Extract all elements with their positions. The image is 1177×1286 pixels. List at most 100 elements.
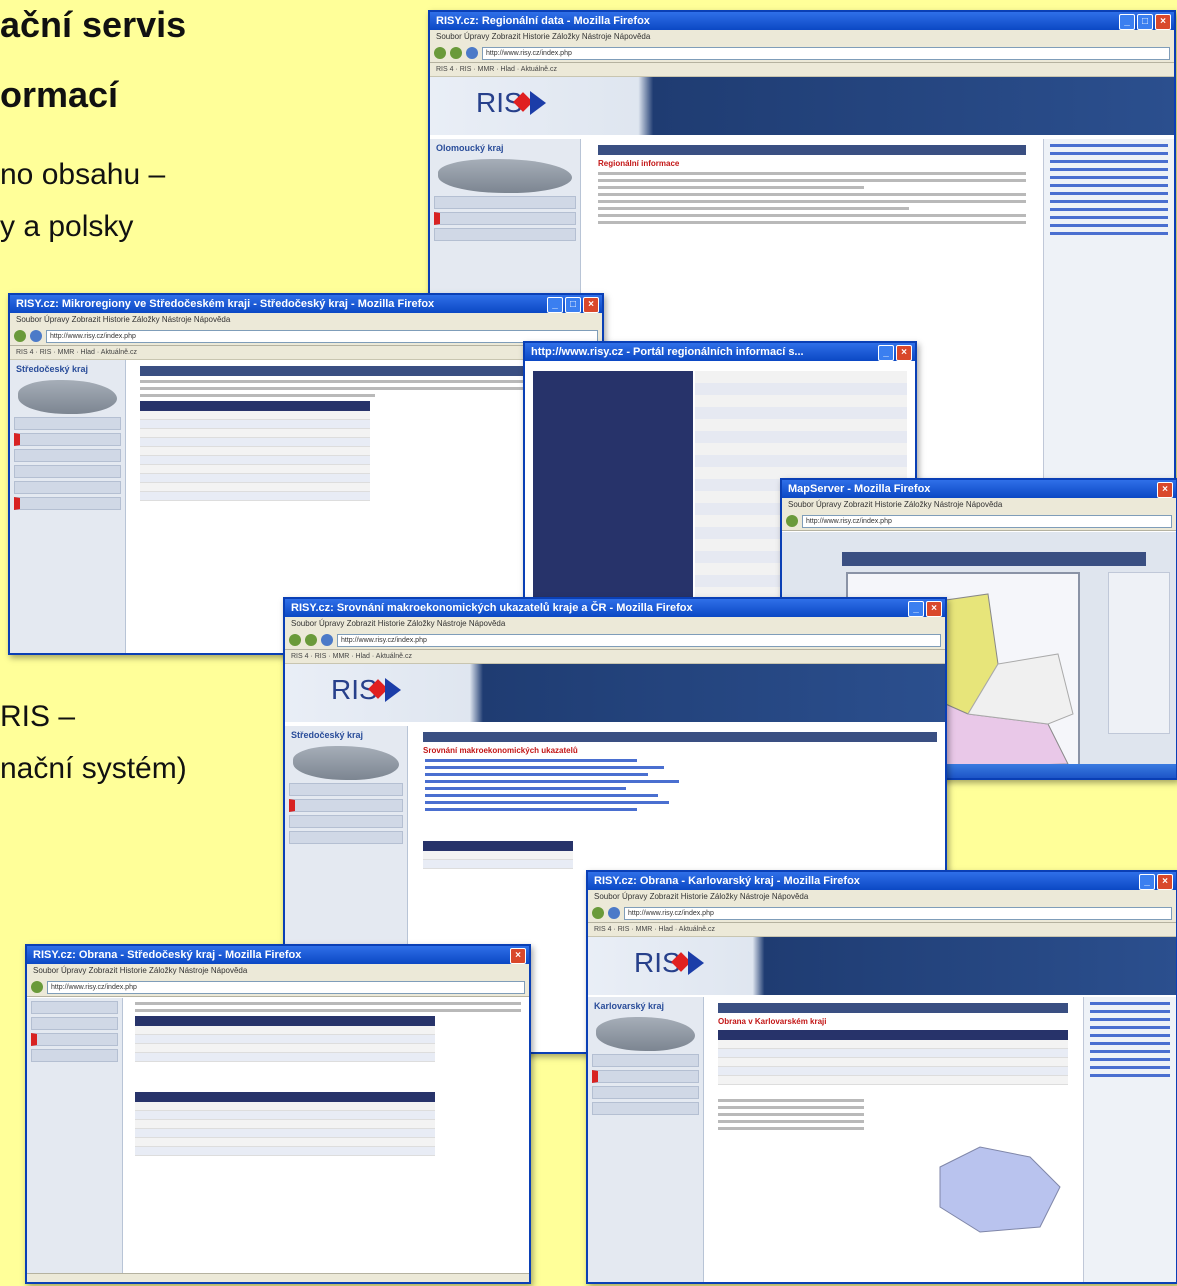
bookmarks-bar[interactable]: RIS 4 · RIS · MMR · Hlad · Aktuálně.cz xyxy=(10,346,602,360)
bookmarks-bar[interactable]: RIS 4 · RIS · MMR · Hlad · Aktuálně.cz xyxy=(588,923,1176,937)
close-icon[interactable]: × xyxy=(1155,14,1171,30)
region-map-icon xyxy=(438,159,572,193)
sidebar-item[interactable] xyxy=(31,1017,118,1030)
sidebar: Karlovarský kraj xyxy=(588,997,704,1282)
slide-body-line4: nační systém) xyxy=(0,752,187,785)
forward-icon[interactable] xyxy=(305,634,317,646)
address-bar[interactable]: http://www.risy.cz/index.php xyxy=(802,514,1172,528)
sidebar-item[interactable] xyxy=(289,815,403,828)
sidebar-item-active[interactable] xyxy=(592,1070,699,1083)
map-legend xyxy=(1108,572,1170,734)
menu-bar[interactable]: Soubor Úpravy Zobrazit Historie Záložky … xyxy=(10,313,602,327)
menu-bar[interactable]: Soubor Úpravy Zobrazit Historie Záložky … xyxy=(27,964,529,978)
region-name: Středočeský kraj xyxy=(291,730,364,740)
address-bar[interactable]: http://www.risy.cz/index.php xyxy=(482,46,1170,60)
back-icon[interactable] xyxy=(434,47,446,59)
back-icon[interactable] xyxy=(592,907,604,919)
address-bar[interactable]: http://www.risy.cz/index.php xyxy=(624,906,1172,920)
status-bar xyxy=(27,1273,529,1282)
reload-icon[interactable] xyxy=(30,330,42,342)
ris-logo-arrow-icon xyxy=(688,951,704,975)
info-table-labels xyxy=(533,371,693,603)
bookmarks-bar[interactable]: RIS 4 · RIS · MMR · Hlad · Aktuálně.cz xyxy=(430,63,1174,77)
sidebar-item[interactable] xyxy=(434,196,576,209)
sidebar-item[interactable] xyxy=(592,1054,699,1067)
slide-body-line1: no obsahu – xyxy=(0,158,166,191)
navigation-toolbar[interactable]: http://www.risy.cz/index.php xyxy=(10,327,602,346)
navigation-toolbar[interactable]: http://www.risy.cz/index.php xyxy=(285,631,945,650)
bookmarks-bar[interactable]: RIS 4 · RIS · MMR · Hlad · Aktuálně.cz xyxy=(285,650,945,664)
sidebar-item-active[interactable] xyxy=(434,212,576,225)
firefox-window-obrana-karlovarsky[interactable]: RISY.cz: Obrana - Karlovarský kraj - Moz… xyxy=(586,870,1177,1284)
minimize-icon[interactable]: _ xyxy=(878,345,894,361)
region-map-icon xyxy=(596,1017,695,1051)
window-title: MapServer - Mozilla Firefox × xyxy=(782,480,1176,498)
sidebar-item[interactable] xyxy=(14,449,121,462)
sidebar xyxy=(27,998,123,1282)
close-icon[interactable]: × xyxy=(510,948,526,964)
sidebar-item[interactable] xyxy=(14,417,121,430)
sidebar-item[interactable] xyxy=(289,783,403,796)
sidebar-item-active[interactable] xyxy=(14,497,121,510)
ris-banner: RIS xyxy=(285,664,945,722)
sidebar-item[interactable] xyxy=(14,481,121,494)
window-title: RISY.cz: Obrana - Středočeský kraj - Moz… xyxy=(27,946,529,964)
close-icon[interactable]: × xyxy=(1157,874,1173,890)
sidebar-item[interactable] xyxy=(31,1001,118,1014)
minimize-icon[interactable]: _ xyxy=(1139,874,1155,890)
back-icon[interactable] xyxy=(31,981,43,993)
map-toolbar[interactable] xyxy=(842,552,1146,566)
minimize-icon[interactable]: _ xyxy=(547,297,563,313)
menu-bar[interactable]: Soubor Úpravy Zobrazit Historie Záložky … xyxy=(588,890,1176,904)
maximize-icon[interactable]: □ xyxy=(1137,14,1153,30)
menu-bar[interactable]: Soubor Úpravy Zobrazit Historie Záložky … xyxy=(430,30,1174,44)
minimize-icon[interactable]: _ xyxy=(908,601,924,617)
right-column xyxy=(1043,139,1174,480)
sidebar-item[interactable] xyxy=(289,831,403,844)
address-bar[interactable]: http://www.risy.cz/index.php xyxy=(46,329,598,343)
slide-body-line2: y a polsky xyxy=(0,210,134,243)
back-icon[interactable] xyxy=(14,330,26,342)
navigation-toolbar[interactable]: http://www.risy.cz/index.php xyxy=(588,904,1176,923)
sidebar-item[interactable] xyxy=(592,1086,699,1099)
sidebar-item-active[interactable] xyxy=(31,1033,118,1046)
ris-logo-arrow-icon xyxy=(530,91,546,115)
reload-icon[interactable] xyxy=(321,634,333,646)
region-name: Karlovarský kraj xyxy=(594,1001,665,1011)
close-icon[interactable]: × xyxy=(896,345,912,361)
sidebar-item[interactable] xyxy=(592,1102,699,1115)
menu-bar[interactable]: Soubor Úpravy Zobrazit Historie Záložky … xyxy=(285,617,945,631)
back-icon[interactable] xyxy=(289,634,301,646)
close-icon[interactable]: × xyxy=(1157,482,1173,498)
window-title: RISY.cz: Regionální data - Mozilla Firef… xyxy=(430,12,1174,30)
sidebar-item[interactable] xyxy=(14,465,121,478)
navigation-toolbar[interactable]: http://www.risy.cz/index.php xyxy=(27,978,529,997)
menu-bar[interactable]: Soubor Úpravy Zobrazit Historie Záložky … xyxy=(782,498,1176,512)
sidebar-item-active[interactable] xyxy=(289,799,403,812)
close-icon[interactable]: × xyxy=(926,601,942,617)
forward-icon[interactable] xyxy=(450,47,462,59)
sidebar-item[interactable] xyxy=(434,228,576,241)
address-bar[interactable]: http://www.risy.cz/index.php xyxy=(47,980,525,994)
section-title: Srovnání makroekonomických ukazatelů xyxy=(423,746,578,755)
section-title: Regionální informace xyxy=(598,159,680,168)
slide-heading-line1: ační servis xyxy=(0,4,187,45)
reload-icon[interactable] xyxy=(608,907,620,919)
reload-icon[interactable] xyxy=(466,47,478,59)
region-name: Olomoucký kraj xyxy=(436,143,504,153)
close-icon[interactable]: × xyxy=(583,297,599,313)
section-title: Obrana v Karlovarském kraji xyxy=(718,1017,827,1026)
maximize-icon[interactable]: □ xyxy=(565,297,581,313)
window-title: RISY.cz: Obrana - Karlovarský kraj - Moz… xyxy=(588,872,1176,890)
minimize-icon[interactable]: _ xyxy=(1119,14,1135,30)
firefox-window-obrana-stredocesky[interactable]: RISY.cz: Obrana - Středočeský kraj - Moz… xyxy=(25,944,531,1284)
address-bar[interactable]: http://www.risy.cz/index.php xyxy=(337,633,941,647)
window-title: http://www.risy.cz - Portál regionálních… xyxy=(525,343,915,361)
window-title: RISY.cz: Srovnání makroekonomických ukaz… xyxy=(285,599,945,617)
section-header xyxy=(598,145,1026,155)
navigation-toolbar[interactable]: http://www.risy.cz/index.php xyxy=(430,44,1174,63)
navigation-toolbar[interactable]: http://www.risy.cz/index.php xyxy=(782,512,1176,531)
sidebar-item-active[interactable] xyxy=(14,433,121,446)
back-icon[interactable] xyxy=(786,515,798,527)
sidebar-item[interactable] xyxy=(31,1049,118,1062)
